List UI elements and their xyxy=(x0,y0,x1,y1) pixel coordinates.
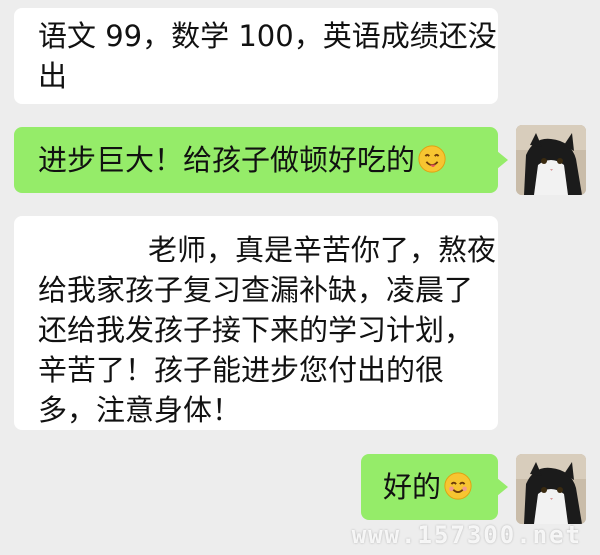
smile-emoji-icon xyxy=(444,472,472,500)
message-text-line: 多，注意身体！ xyxy=(38,393,242,427)
message-text-line: 给我家孩子复习查漏补缺，凌晨了 xyxy=(38,273,474,307)
incoming-message-1[interactable]: 语文 99，数学 100，英语成绩还没 出 xyxy=(14,8,498,104)
watermark: www.157300.net xyxy=(351,521,582,549)
message-text: 进步巨大！给孩子做顿好吃的 xyxy=(38,143,416,177)
message-text-line: 还给我发孩子接下来的学习计划， xyxy=(38,313,474,347)
incoming-message-2[interactable]: 老师，真是辛苦你了，熬夜 给我家孩子复习查漏补缺，凌晨了 还给我发孩子接下来的学… xyxy=(14,216,498,430)
message-text-line: 语文 99，数学 100，英语成绩还没 xyxy=(38,19,497,53)
outgoing-message-1[interactable]: 进步巨大！给孩子做顿好吃的 xyxy=(14,127,498,193)
message-text: 好的 xyxy=(383,470,442,504)
message-text-line: 老师，真是辛苦你了，熬夜 xyxy=(38,230,496,270)
outgoing-message-2[interactable]: 好的 xyxy=(361,454,498,520)
message-text-line: 出 xyxy=(38,59,68,93)
avatar[interactable] xyxy=(516,125,586,195)
message-text: 老师，真是辛苦你了，熬夜 xyxy=(148,233,497,267)
bubble-tail xyxy=(497,151,508,169)
message-text-line: 辛苦了！孩子能进步您付出的很 xyxy=(38,353,445,387)
bubble-tail xyxy=(497,478,508,496)
cat-avatar-icon xyxy=(516,454,586,524)
cat-avatar-icon xyxy=(516,125,586,195)
avatar[interactable] xyxy=(516,454,586,524)
yum-emoji-icon xyxy=(418,145,446,173)
